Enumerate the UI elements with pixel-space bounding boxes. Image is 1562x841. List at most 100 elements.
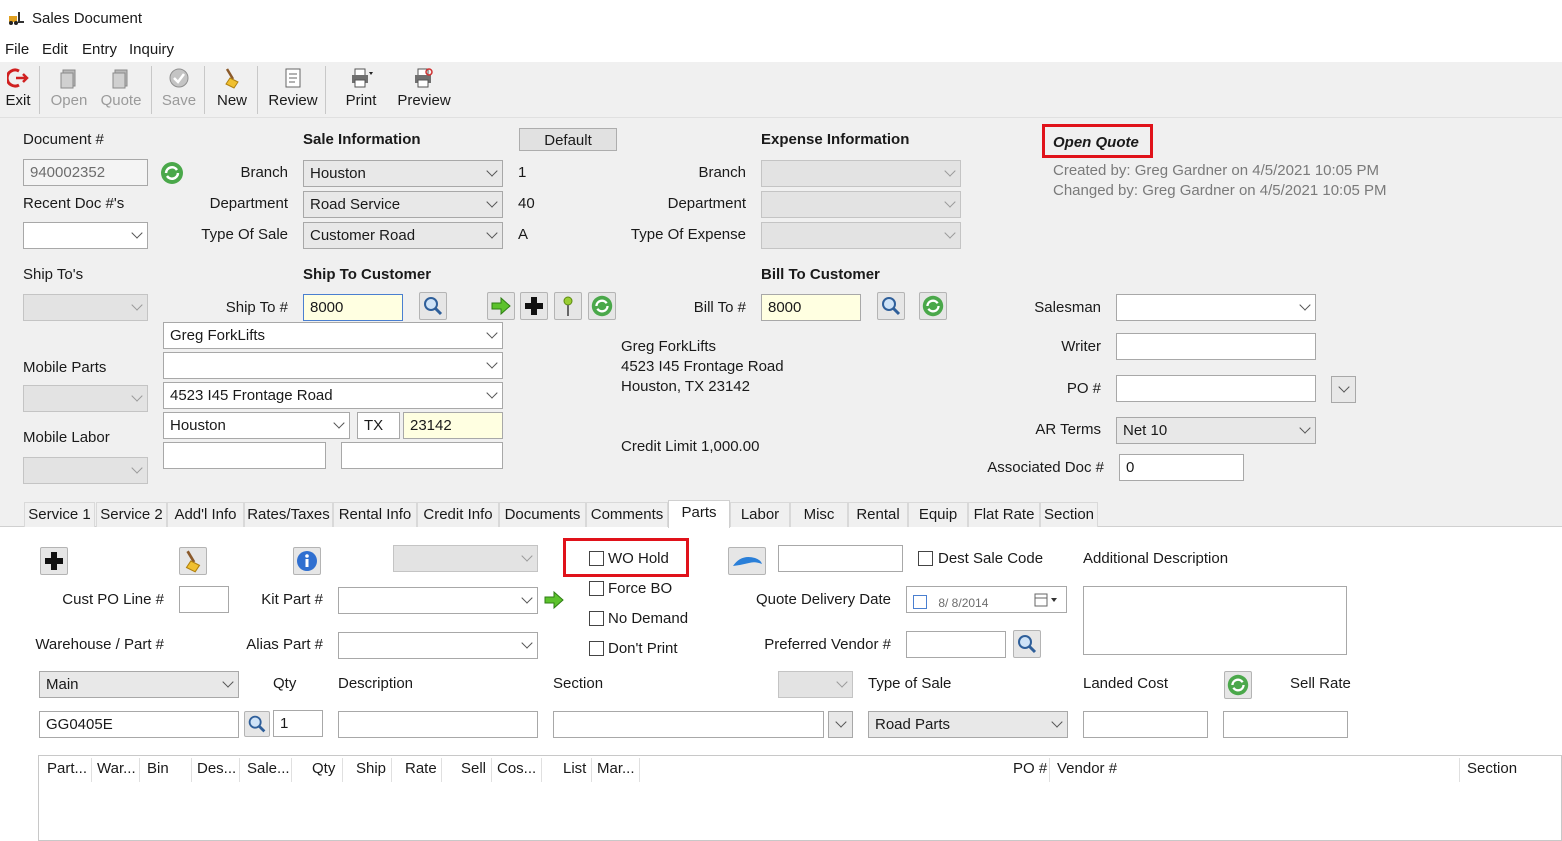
recent-docs-select[interactable] (23, 222, 148, 249)
ship-tos-select[interactable] (23, 294, 148, 321)
tab-section[interactable]: Section (1040, 502, 1098, 527)
qty-field[interactable]: 1 (273, 710, 323, 737)
grid-col-cost[interactable]: Cos... (497, 760, 536, 777)
grid-col-sell[interactable]: Sell (461, 760, 486, 777)
preferred-vendor-search-button[interactable] (1013, 630, 1041, 658)
description-field[interactable] (338, 711, 538, 738)
tab-labor[interactable]: Labor (730, 502, 790, 527)
grid-col-warehouse[interactable]: War... (97, 760, 136, 777)
grid-col-ship[interactable]: Ship (356, 760, 386, 777)
kit-part-go-button[interactable] (541, 587, 567, 613)
grid-col-sale[interactable]: Sale... (247, 760, 290, 777)
additional-description-field[interactable] (1083, 586, 1347, 655)
sale-department-select[interactable]: Road Service (303, 191, 503, 218)
ship-to-search-button[interactable] (419, 292, 447, 320)
tab-credit-info[interactable]: Credit Info (417, 502, 499, 527)
ship-to-go-button[interactable] (487, 292, 515, 320)
document-number-field[interactable]: 940002352 (23, 159, 148, 186)
ship-to-extra-field-2[interactable] (341, 442, 503, 469)
section-dropdown-button[interactable] (828, 711, 853, 738)
ship-to-city-select[interactable]: Houston (163, 412, 350, 439)
landed-cost-field[interactable] (1083, 711, 1208, 738)
dest-sale-code-checkbox[interactable] (918, 551, 933, 566)
mobile-labor-select[interactable] (23, 457, 148, 484)
sell-rate-field[interactable] (1223, 711, 1348, 738)
bill-to-number-field[interactable]: 8000 (761, 294, 861, 321)
no-demand-checkbox[interactable] (589, 611, 604, 626)
cust-po-line-field[interactable] (179, 586, 229, 613)
tab-misc[interactable]: Misc (790, 502, 848, 527)
landed-cost-refresh-button[interactable] (1224, 671, 1252, 699)
type-of-sale-select[interactable]: Customer Road (303, 222, 503, 249)
part-search-button[interactable] (244, 711, 270, 737)
save-button[interactable]: Save (161, 66, 197, 109)
sale-branch-select[interactable]: Houston (303, 160, 503, 187)
new-button[interactable]: New (213, 66, 251, 109)
grid-col-vendor[interactable]: Vendor # (1057, 760, 1117, 777)
type-of-sale-part-select[interactable]: Road Parts (868, 711, 1068, 738)
grid-col-rate[interactable]: Rate (405, 760, 437, 777)
menu-edit[interactable]: Edit (42, 41, 68, 58)
wo-hold-checkbox[interactable] (589, 551, 604, 566)
grid-col-section[interactable]: Section (1467, 760, 1517, 777)
ship-to-number-field[interactable]: 8000 (303, 294, 403, 321)
clear-part-button[interactable] (179, 547, 207, 575)
ar-terms-select[interactable]: Net 10 (1116, 417, 1316, 444)
tab-flat-rate[interactable]: Flat Rate (968, 502, 1040, 527)
section-code-select[interactable] (778, 671, 853, 698)
calendar-icon[interactable] (1034, 593, 1058, 607)
grid-col-list[interactable]: List (563, 760, 586, 777)
tab-service-2[interactable]: Service 2 (96, 502, 167, 527)
add-part-button[interactable] (40, 547, 68, 575)
ship-to-add-button[interactable] (520, 292, 548, 320)
grid-col-po[interactable]: PO # (1013, 760, 1047, 777)
force-bo-checkbox[interactable] (589, 581, 604, 596)
type-of-expense-select[interactable] (761, 222, 961, 249)
ship-to-state-field[interactable]: TX (357, 412, 400, 439)
quote-delivery-date-checkbox[interactable] (913, 595, 927, 609)
tab-rates-taxes[interactable]: Rates/Taxes (244, 502, 333, 527)
menu-inquiry[interactable]: Inquiry (129, 41, 174, 58)
kit-part-select[interactable] (338, 587, 538, 614)
bill-to-refresh-button[interactable] (919, 292, 947, 320)
salesman-select[interactable] (1116, 294, 1316, 321)
tab-rental[interactable]: Rental (848, 502, 908, 527)
grid-col-bin[interactable]: Bin (147, 760, 169, 777)
preferred-vendor-field[interactable] (906, 631, 1006, 658)
ship-to-pin-button[interactable] (554, 292, 582, 320)
tab-parts[interactable]: Parts (668, 500, 730, 528)
warehouse-select[interactable]: Main (39, 671, 239, 698)
grid-col-margin[interactable]: Mar... (597, 760, 635, 777)
grid-col-description[interactable]: Des... (197, 760, 236, 777)
expense-branch-select[interactable] (761, 160, 961, 187)
dont-print-checkbox[interactable] (589, 641, 604, 656)
menu-entry[interactable]: Entry (82, 41, 117, 58)
tab-rental-info[interactable]: Rental Info (333, 502, 417, 527)
tab-comments[interactable]: Comments (586, 502, 668, 527)
parts-filter-select[interactable] (393, 545, 538, 572)
open-button[interactable]: Open (49, 66, 89, 109)
ship-to-name-select[interactable]: Greg ForkLifts (163, 322, 503, 349)
default-button[interactable]: Default (519, 128, 617, 151)
section-field[interactable] (553, 711, 824, 738)
tab-service-1[interactable]: Service 1 (24, 502, 95, 527)
exit-button[interactable]: Exit (4, 66, 32, 109)
associated-doc-field[interactable]: 0 (1119, 454, 1244, 481)
ship-to-extra-field-1[interactable] (163, 442, 326, 469)
po-number-field[interactable] (1116, 375, 1316, 402)
part-info-button[interactable] (293, 547, 321, 575)
preview-button[interactable]: Preview (396, 66, 452, 109)
tab-equip[interactable]: Equip (908, 502, 968, 527)
ship-to-zip-field[interactable]: 23142 (403, 412, 503, 439)
ship-to-address2-select[interactable] (163, 352, 503, 379)
part-number-field[interactable]: GG0405E (39, 711, 239, 738)
print-button[interactable]: Print (340, 66, 382, 109)
tab-addl-info[interactable]: Add'l Info (167, 502, 244, 527)
bill-to-search-button[interactable] (877, 292, 905, 320)
menu-file[interactable]: File (5, 41, 29, 58)
quote-button[interactable]: Quote (99, 66, 143, 109)
expense-department-select[interactable] (761, 191, 961, 218)
grid-col-part[interactable]: Part... (47, 760, 87, 777)
tab-documents[interactable]: Documents (499, 502, 586, 527)
quote-delivery-date-field[interactable]: 8/ 8/2014 (906, 586, 1067, 613)
